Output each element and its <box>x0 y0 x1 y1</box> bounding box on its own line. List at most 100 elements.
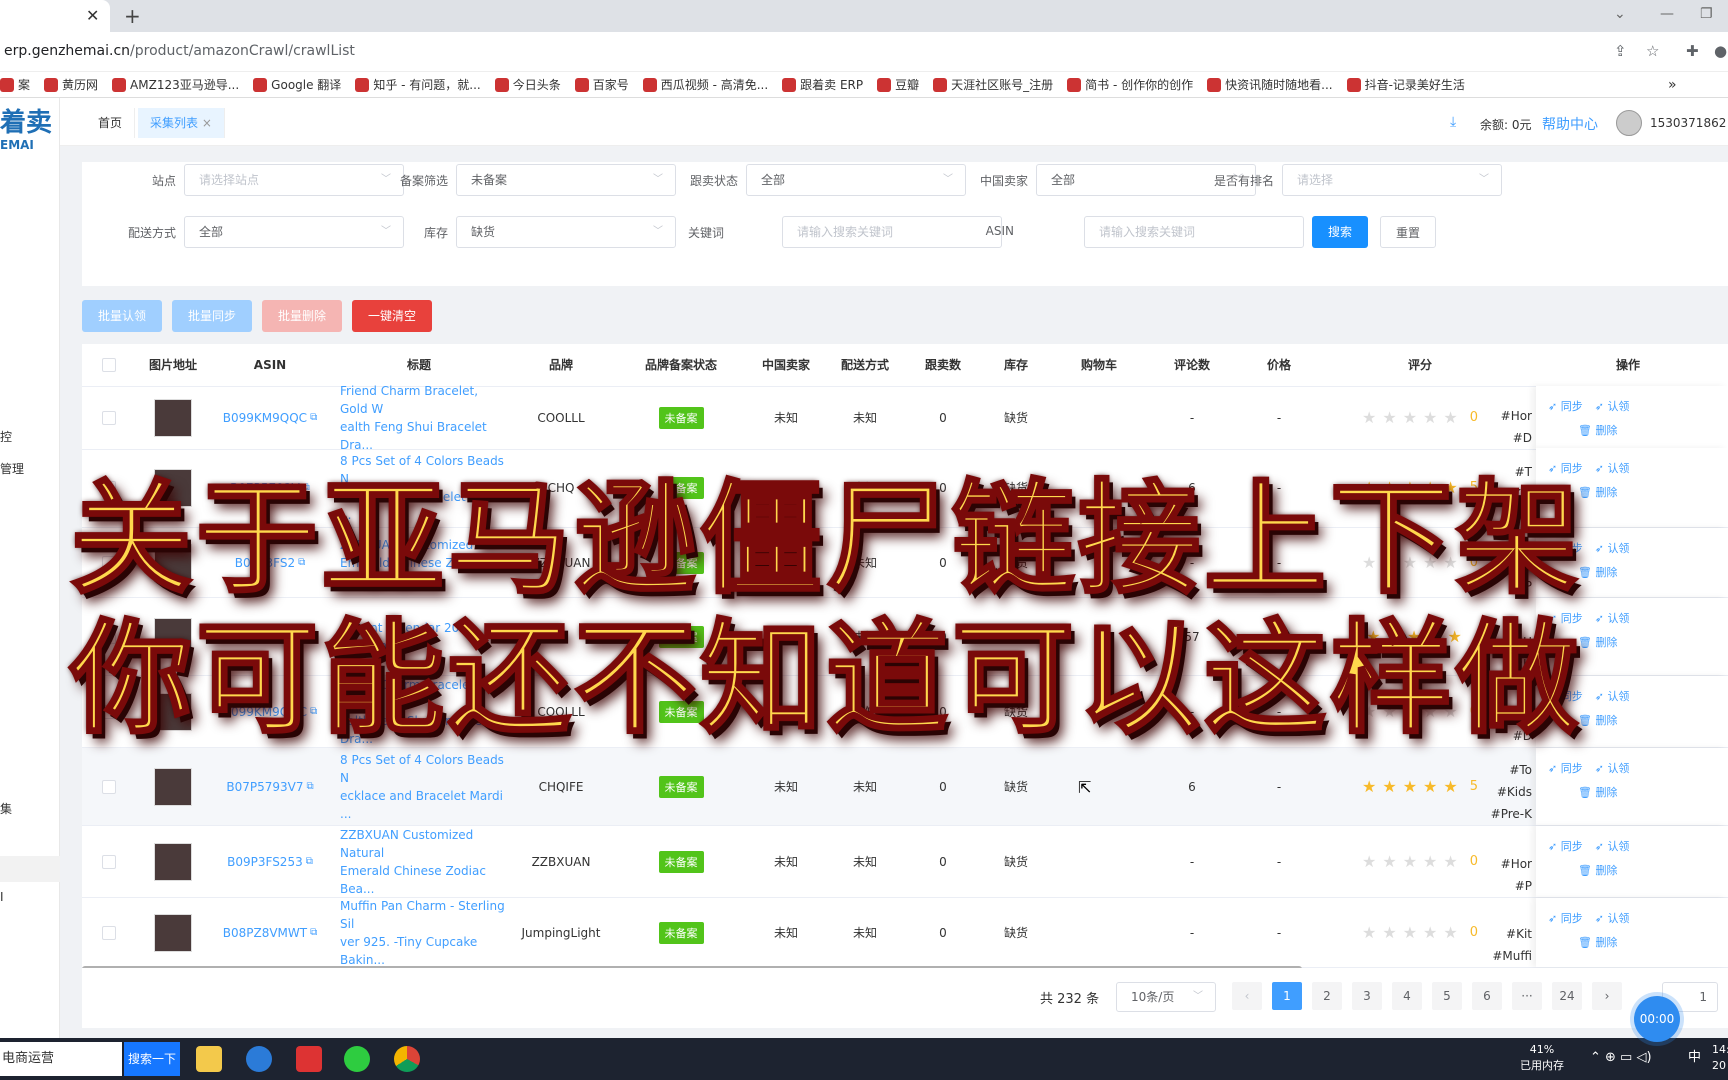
row-checkbox[interactable] <box>102 779 116 794</box>
bookmark-item[interactable]: 案 <box>0 72 30 97</box>
sync-link[interactable]: ➶ 同步 <box>1548 912 1583 925</box>
product-title-link[interactable]: Friend Charm Bracelet, Gold W ealth Feng… <box>340 676 508 747</box>
delete-link[interactable]: 🗑 删除 <box>1578 714 1617 727</box>
sidebar-item[interactable]: 集 <box>0 800 12 817</box>
tray-icons[interactable]: ⌃ ⊕ ▭ ◁) <box>1590 1050 1652 1066</box>
claim-link[interactable]: ➶ 认领 <box>1595 912 1630 925</box>
profile-icon[interactable]: ● <box>1714 42 1727 60</box>
ie-browser-icon[interactable] <box>246 1046 272 1072</box>
username[interactable]: 1530371862 <box>1650 116 1726 130</box>
close-tab-icon[interactable]: ✕ <box>86 6 99 25</box>
sync-link[interactable]: ➶ 同步 <box>1548 542 1583 555</box>
filter-select[interactable]: 未备案 ﹀ <box>456 164 676 196</box>
sync-link[interactable]: ➶ 同步 <box>1548 840 1583 853</box>
product-image[interactable] <box>154 468 192 507</box>
bookmark-item[interactable]: 天涯社区账号_注册 <box>933 72 1053 97</box>
copy-icon[interactable]: ⧉ <box>298 557 305 568</box>
product-image[interactable] <box>154 543 192 582</box>
sync-link[interactable]: ➶ 同步 <box>1548 462 1583 475</box>
copy-icon[interactable]: ⧉ <box>303 482 310 493</box>
tab-home[interactable]: 首页 <box>86 108 136 138</box>
delete-link[interactable]: 🗑 删除 <box>1578 786 1617 799</box>
bookmark-item[interactable]: 豆瓣 <box>877 72 919 97</box>
row-checkbox[interactable] <box>102 480 116 495</box>
delete-link[interactable]: 🗑 删除 <box>1578 566 1617 579</box>
wechat-icon[interactable] <box>344 1046 370 1072</box>
clear-all-button[interactable]: 一键清空 <box>352 300 432 332</box>
asin-link[interactable]: B07P5793V ⧉ <box>210 448 330 527</box>
filter-select[interactable]: 请选择 ﹀ <box>1282 164 1502 196</box>
bookmark-item[interactable]: 快资讯随时随地看... <box>1207 72 1333 97</box>
claim-link[interactable]: ➶ 认领 <box>1595 462 1630 475</box>
copy-icon[interactable]: ⧉ <box>306 781 313 792</box>
prev-page-icon[interactable]: ‹ <box>1232 982 1262 1010</box>
bookmarks-more-icon[interactable]: » <box>1668 72 1677 97</box>
download-icon[interactable]: ⤓ <box>1450 114 1456 130</box>
row-checkbox[interactable] <box>102 410 116 425</box>
minimize-icon[interactable]: — <box>1660 6 1674 22</box>
taskbar-search-button[interactable]: 搜索一下 <box>124 1042 180 1076</box>
bookmark-item[interactable]: AMZ123亚马逊导... <box>112 72 239 97</box>
batch-delete-button[interactable]: 批量删除 <box>262 300 342 332</box>
sidebar-item[interactable]: I <box>0 890 4 904</box>
page-number[interactable]: 4 <box>1392 982 1422 1010</box>
product-title-link[interactable]: Advent Calendar 2020 Christmas ... <box>340 598 508 675</box>
bookmark-item[interactable]: Google 翻译 <box>253 72 341 97</box>
sync-link[interactable]: ➶ 同步 <box>1548 612 1583 625</box>
product-title-link[interactable]: Muffin Pan Charm - Sterling Sil ver 925.… <box>340 898 508 967</box>
taskbar-search-input[interactable]: 电商运营 <box>0 1042 122 1076</box>
page-number[interactable]: 6 <box>1472 982 1502 1010</box>
restore-icon[interactable]: ❐ <box>1700 6 1713 22</box>
product-image[interactable] <box>154 617 192 656</box>
page-number[interactable]: 5 <box>1432 982 1462 1010</box>
sync-link[interactable]: ➶ 同步 <box>1548 400 1583 413</box>
batch-claim-button[interactable]: 批量认领 <box>82 300 162 332</box>
asin-link[interactable]: B099KM9QQC ⧉ <box>210 386 330 449</box>
bookmark-item[interactable]: 西瓜视频 - 高清免... <box>642 72 768 97</box>
asin-link[interactable]: B08PZ8VMWT ⧉ <box>210 898 330 967</box>
page-size-select[interactable]: 10条/页 ﹀ <box>1116 982 1216 1012</box>
delete-link[interactable]: 🗑 删除 <box>1578 936 1617 949</box>
extensions-icon[interactable]: ✚ <box>1686 42 1699 60</box>
select-all-checkbox[interactable] <box>102 358 116 372</box>
bookmark-item[interactable]: 抖音-记录美好生活 <box>1346 72 1465 97</box>
row-checkbox[interactable] <box>102 555 116 570</box>
tab-crawl-list[interactable]: 采集列表 × <box>138 108 225 138</box>
filter-select[interactable]: 缺货 ﹀ <box>456 216 676 248</box>
tab-search-icon[interactable]: ⌄ <box>1614 6 1626 22</box>
address-bar[interactable]: erp.genzhemai.cn/product/amazonCrawl/cra… <box>0 32 1728 72</box>
share-icon[interactable]: ⇪ <box>1614 42 1627 60</box>
row-checkbox[interactable] <box>102 854 116 869</box>
asin-link[interactable]: B07P5793V7 ⧉ <box>210 748 330 825</box>
product-title-link[interactable]: ZZBXUAN Customized Natu Emerald Chinese … <box>340 528 508 597</box>
help-center-link[interactable]: 帮助中心 <box>1542 114 1598 134</box>
page-number[interactable]: 3 <box>1352 982 1382 1010</box>
claim-link[interactable]: ➶ 认领 <box>1595 542 1630 555</box>
recording-timer[interactable]: 00:00 <box>1634 996 1680 1042</box>
copy-icon[interactable]: ⧉ <box>310 706 317 717</box>
product-title-link[interactable]: 8 Pcs Set of 4 Colors Beads N ecklace an… <box>340 448 508 527</box>
row-checkbox[interactable] <box>102 629 116 644</box>
sidebar-item[interactable]: 管理 <box>0 460 24 477</box>
sidebar-item-active[interactable] <box>0 856 60 882</box>
asin-link[interactable]: B09P3FS253 ⧉ <box>210 826 330 897</box>
claim-link[interactable]: ➶ 认领 <box>1595 762 1630 775</box>
sidebar-item[interactable]: 控 <box>0 428 12 445</box>
search-button[interactable]: 搜索 <box>1312 216 1368 248</box>
product-image[interactable] <box>154 692 192 731</box>
copy-icon[interactable]: ⧉ <box>306 856 313 867</box>
product-image[interactable] <box>154 398 192 437</box>
close-tab-icon[interactable]: × <box>202 116 212 130</box>
filter-select[interactable]: 全部 ﹀ <box>746 164 966 196</box>
sync-link[interactable]: ➶ 同步 <box>1548 690 1583 703</box>
page-number[interactable]: 2 <box>1312 982 1342 1010</box>
asin-link[interactable]: B09P3FS2 ⧉ <box>210 528 330 597</box>
batch-sync-button[interactable]: 批量同步 <box>172 300 252 332</box>
claim-link[interactable]: ➶ 认领 <box>1595 400 1630 413</box>
bookmark-item[interactable]: 知乎 - 有问题，就... <box>355 72 481 97</box>
copy-icon[interactable]: ⧉ <box>310 927 317 938</box>
chrome-icon[interactable] <box>394 1046 420 1072</box>
claim-link[interactable]: ➶ 认领 <box>1595 840 1630 853</box>
asin-input[interactable]: 请输入搜索关键词 <box>1084 216 1304 248</box>
product-image[interactable] <box>154 842 192 881</box>
